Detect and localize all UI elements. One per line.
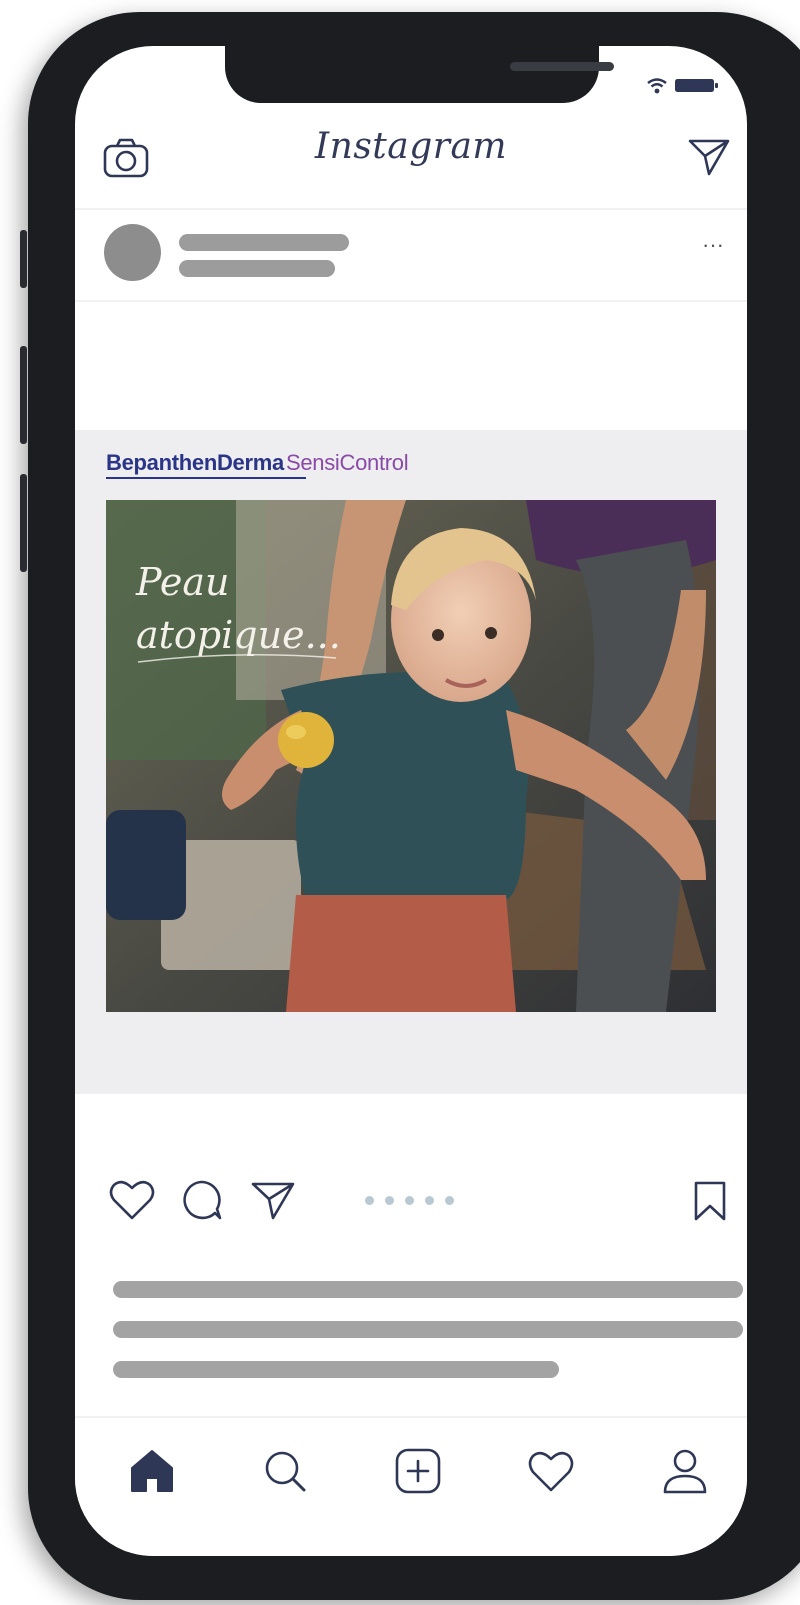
wifi-icon: [647, 78, 667, 94]
brand-underline: [106, 477, 306, 479]
carousel-dot: [385, 1196, 394, 1205]
post-header: ···: [75, 210, 747, 302]
caption-placeholder-line: [113, 1281, 743, 1298]
comment-icon[interactable]: [179, 1178, 223, 1222]
app-header: Instagram: [75, 116, 747, 210]
post-actions: [75, 1172, 747, 1232]
speaker: [510, 62, 614, 71]
username-placeholder[interactable]: [179, 234, 349, 251]
share-icon[interactable]: [250, 1178, 296, 1222]
caption-placeholder-line: [113, 1321, 743, 1338]
mute-switch: [20, 230, 27, 288]
search-icon[interactable]: [260, 1446, 310, 1496]
brand-name: BepanthenDerma: [106, 450, 284, 475]
sponsored-post-media: BepanthenDermaSensiControl Peau atopique…: [75, 430, 747, 1094]
caption-placeholder-line: [113, 1361, 559, 1378]
post-photo[interactable]: Peau atopique...: [106, 500, 716, 1012]
notch: [225, 46, 614, 103]
profile-icon[interactable]: [660, 1446, 710, 1496]
activity-heart-icon[interactable]: [526, 1446, 576, 1496]
bottom-nav: [75, 1416, 747, 1556]
send-icon[interactable]: [687, 136, 731, 178]
carousel-dot: [445, 1196, 454, 1205]
volume-up-button: [20, 346, 27, 444]
brand-product-line: SensiControl: [285, 450, 409, 475]
photo-caption-line2: atopique...: [136, 613, 341, 657]
bookmark-icon[interactable]: [692, 1180, 728, 1222]
battery-icon: [675, 79, 718, 92]
carousel-dot: [425, 1196, 434, 1205]
photo-caption-line1: Peau: [135, 560, 229, 604]
home-icon[interactable]: [127, 1446, 177, 1496]
plus-icon[interactable]: [393, 1446, 443, 1496]
carousel-dot: [405, 1196, 414, 1205]
volume-down-button: [20, 474, 27, 572]
avatar[interactable]: [104, 224, 161, 281]
more-options-button[interactable]: ···: [695, 232, 731, 257]
carousel-indicator: [365, 1196, 465, 1206]
carousel-dot: [365, 1196, 374, 1205]
photo-illustration: Peau atopique...: [106, 500, 716, 1012]
heart-icon[interactable]: [108, 1178, 156, 1222]
location-placeholder: [179, 260, 335, 277]
phone-screen: Instagram ··· BepanthenDermaSensiControl: [75, 46, 747, 1556]
camera-icon[interactable]: [102, 136, 150, 180]
app-logo: Instagram: [314, 126, 508, 167]
